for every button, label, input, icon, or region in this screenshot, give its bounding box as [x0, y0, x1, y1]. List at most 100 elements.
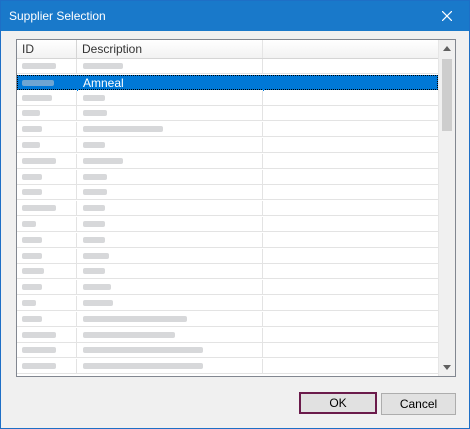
- selected-list-row[interactable]: Amneal: [17, 74, 438, 91]
- redacted-description: [83, 347, 203, 354]
- redacted-description: [83, 157, 123, 164]
- id-cell: [17, 185, 77, 201]
- redacted-description: [83, 363, 203, 370]
- redacted-description: [83, 189, 107, 196]
- list-row[interactable]: [17, 217, 438, 232]
- description-cell: [77, 106, 263, 122]
- id-cell: [17, 248, 77, 264]
- redacted-id: [22, 252, 42, 259]
- list-row[interactable]: [17, 232, 438, 248]
- redacted-id: [22, 63, 56, 69]
- redacted-description: [83, 126, 163, 133]
- id-cell: [17, 106, 77, 122]
- description-cell: [77, 248, 263, 264]
- redacted-id: [22, 284, 42, 291]
- list-row[interactable]: [17, 201, 438, 217]
- redacted-id: [22, 315, 42, 322]
- redacted-description: [83, 110, 107, 117]
- list-row[interactable]: [17, 169, 438, 185]
- redacted-id: [22, 142, 40, 148]
- redacted-description: [83, 284, 111, 291]
- scroll-down-icon: [443, 365, 451, 370]
- description-cell: [77, 280, 263, 296]
- description-cell: [77, 201, 263, 217]
- scroll-up-icon: [443, 46, 451, 51]
- description-cell: [77, 138, 263, 153]
- description-cell: Amneal: [78, 75, 264, 91]
- description-cell: [77, 264, 263, 280]
- redacted-id: [22, 79, 54, 86]
- vertical-scrollbar[interactable]: [438, 40, 455, 376]
- list-row[interactable]: [17, 327, 438, 343]
- redacted-description: [83, 300, 113, 306]
- description-cell: [77, 59, 263, 74]
- redacted-id: [22, 110, 40, 117]
- description-cell: [77, 232, 263, 248]
- description-cell: [77, 153, 263, 169]
- description-cell: [77, 359, 263, 375]
- list-row[interactable]: [17, 153, 438, 169]
- redacted-id: [22, 363, 56, 370]
- redacted-id: [22, 331, 56, 338]
- dialog-body: ID Description Amneal OK Cancel: [1, 31, 469, 428]
- scrollbar-thumb[interactable]: [442, 59, 452, 131]
- description-cell: [77, 217, 263, 232]
- id-cell: [17, 90, 77, 106]
- description-cell: [77, 311, 263, 327]
- title-bar[interactable]: Supplier Selection: [1, 1, 469, 31]
- id-cell: [17, 359, 77, 375]
- description-cell: [77, 90, 263, 106]
- description-cell: [77, 296, 263, 311]
- list-row[interactable]: [17, 280, 438, 296]
- list-row[interactable]: [17, 264, 438, 280]
- column-header-description[interactable]: Description: [77, 40, 263, 58]
- list-row[interactable]: [17, 59, 438, 74]
- close-button[interactable]: [425, 1, 469, 31]
- id-cell: [17, 280, 77, 296]
- redacted-description: [83, 173, 107, 180]
- id-cell: [17, 169, 77, 185]
- redacted-description: [83, 268, 105, 275]
- list-row[interactable]: [17, 248, 438, 264]
- column-header-id[interactable]: ID: [17, 40, 77, 58]
- description-cell: [77, 169, 263, 185]
- id-cell: [17, 201, 77, 217]
- scroll-down-button[interactable]: [439, 359, 455, 376]
- ok-button[interactable]: OK: [299, 392, 377, 414]
- list-row[interactable]: [17, 359, 438, 375]
- description-cell: [77, 343, 263, 359]
- description-cell: [77, 327, 263, 343]
- list-row[interactable]: [17, 122, 438, 138]
- supplier-list[interactable]: ID Description Amneal: [16, 39, 456, 377]
- redacted-id: [22, 205, 56, 212]
- list-row[interactable]: [17, 90, 438, 106]
- id-cell: [17, 232, 77, 248]
- list-row[interactable]: [17, 185, 438, 201]
- redacted-id: [22, 221, 36, 227]
- redacted-description: [83, 94, 105, 101]
- description-cell: [77, 122, 263, 138]
- list-rows: Amneal: [17, 59, 438, 376]
- id-cell: [17, 343, 77, 359]
- redacted-id: [22, 236, 42, 243]
- redacted-id: [22, 157, 56, 164]
- id-cell: [17, 217, 77, 232]
- redacted-description: [83, 331, 175, 338]
- window-title: Supplier Selection: [9, 9, 106, 23]
- redacted-id: [22, 173, 42, 180]
- cancel-button[interactable]: Cancel: [381, 393, 456, 415]
- list-row[interactable]: [17, 138, 438, 153]
- id-cell: [17, 296, 77, 311]
- id-cell: [17, 122, 77, 138]
- supplier-selection-dialog: Supplier Selection ID Description Amneal: [0, 0, 470, 429]
- id-cell: [17, 138, 77, 153]
- list-row[interactable]: [17, 296, 438, 311]
- id-cell: [17, 59, 77, 74]
- redacted-id: [22, 347, 56, 354]
- redacted-description: [83, 315, 187, 322]
- list-row[interactable]: [17, 311, 438, 327]
- scroll-up-button[interactable]: [439, 40, 455, 57]
- list-row[interactable]: [17, 106, 438, 122]
- close-icon: [442, 11, 452, 21]
- list-row[interactable]: [17, 343, 438, 359]
